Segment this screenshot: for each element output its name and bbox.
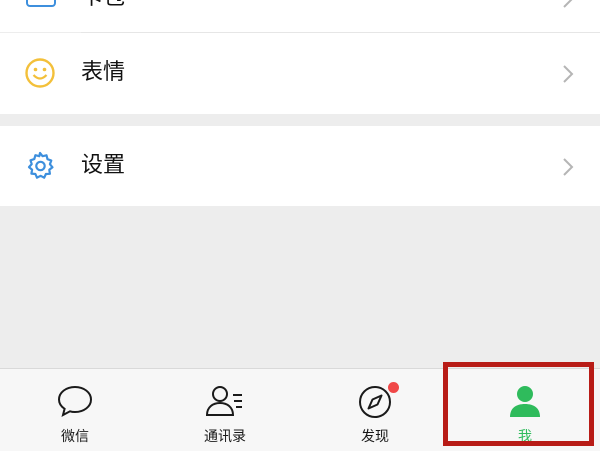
person-icon (450, 383, 600, 419)
menu-item-label: 卡包 (81, 0, 125, 9)
chevron-right-icon (562, 63, 574, 89)
compass-icon (300, 383, 450, 419)
tab-chats[interactable]: 微信 (0, 369, 150, 451)
tab-label: 我 (518, 429, 532, 445)
tab-label: 通讯录 (204, 429, 246, 445)
tab-label: 发现 (361, 429, 389, 445)
menu-item-settings[interactable]: 设置 (0, 126, 600, 206)
menu-item-label: 设置 (81, 153, 126, 178)
chevron-right-icon (562, 0, 574, 14)
card-wallet-icon (24, 0, 58, 16)
tab-contacts[interactable]: 通讯录 (150, 369, 300, 451)
contacts-icon (150, 383, 300, 419)
chevron-right-icon (562, 156, 574, 182)
menu-item-card-wallet[interactable]: 卡包 (0, 0, 600, 33)
tab-label: 微信 (61, 429, 89, 445)
gear-icon (24, 150, 56, 186)
tab-me[interactable]: 我 (450, 369, 600, 451)
tab-discover[interactable]: 发现 (300, 369, 450, 451)
smiley-face-icon (24, 57, 56, 93)
menu-item-emoji[interactable]: 表情 (0, 33, 600, 114)
notification-badge (388, 382, 399, 393)
bottom-tab-bar: 微信 通讯录 发现 我 (0, 368, 600, 451)
menu-item-label: 表情 (81, 60, 126, 85)
chat-bubble-icon (0, 383, 150, 419)
